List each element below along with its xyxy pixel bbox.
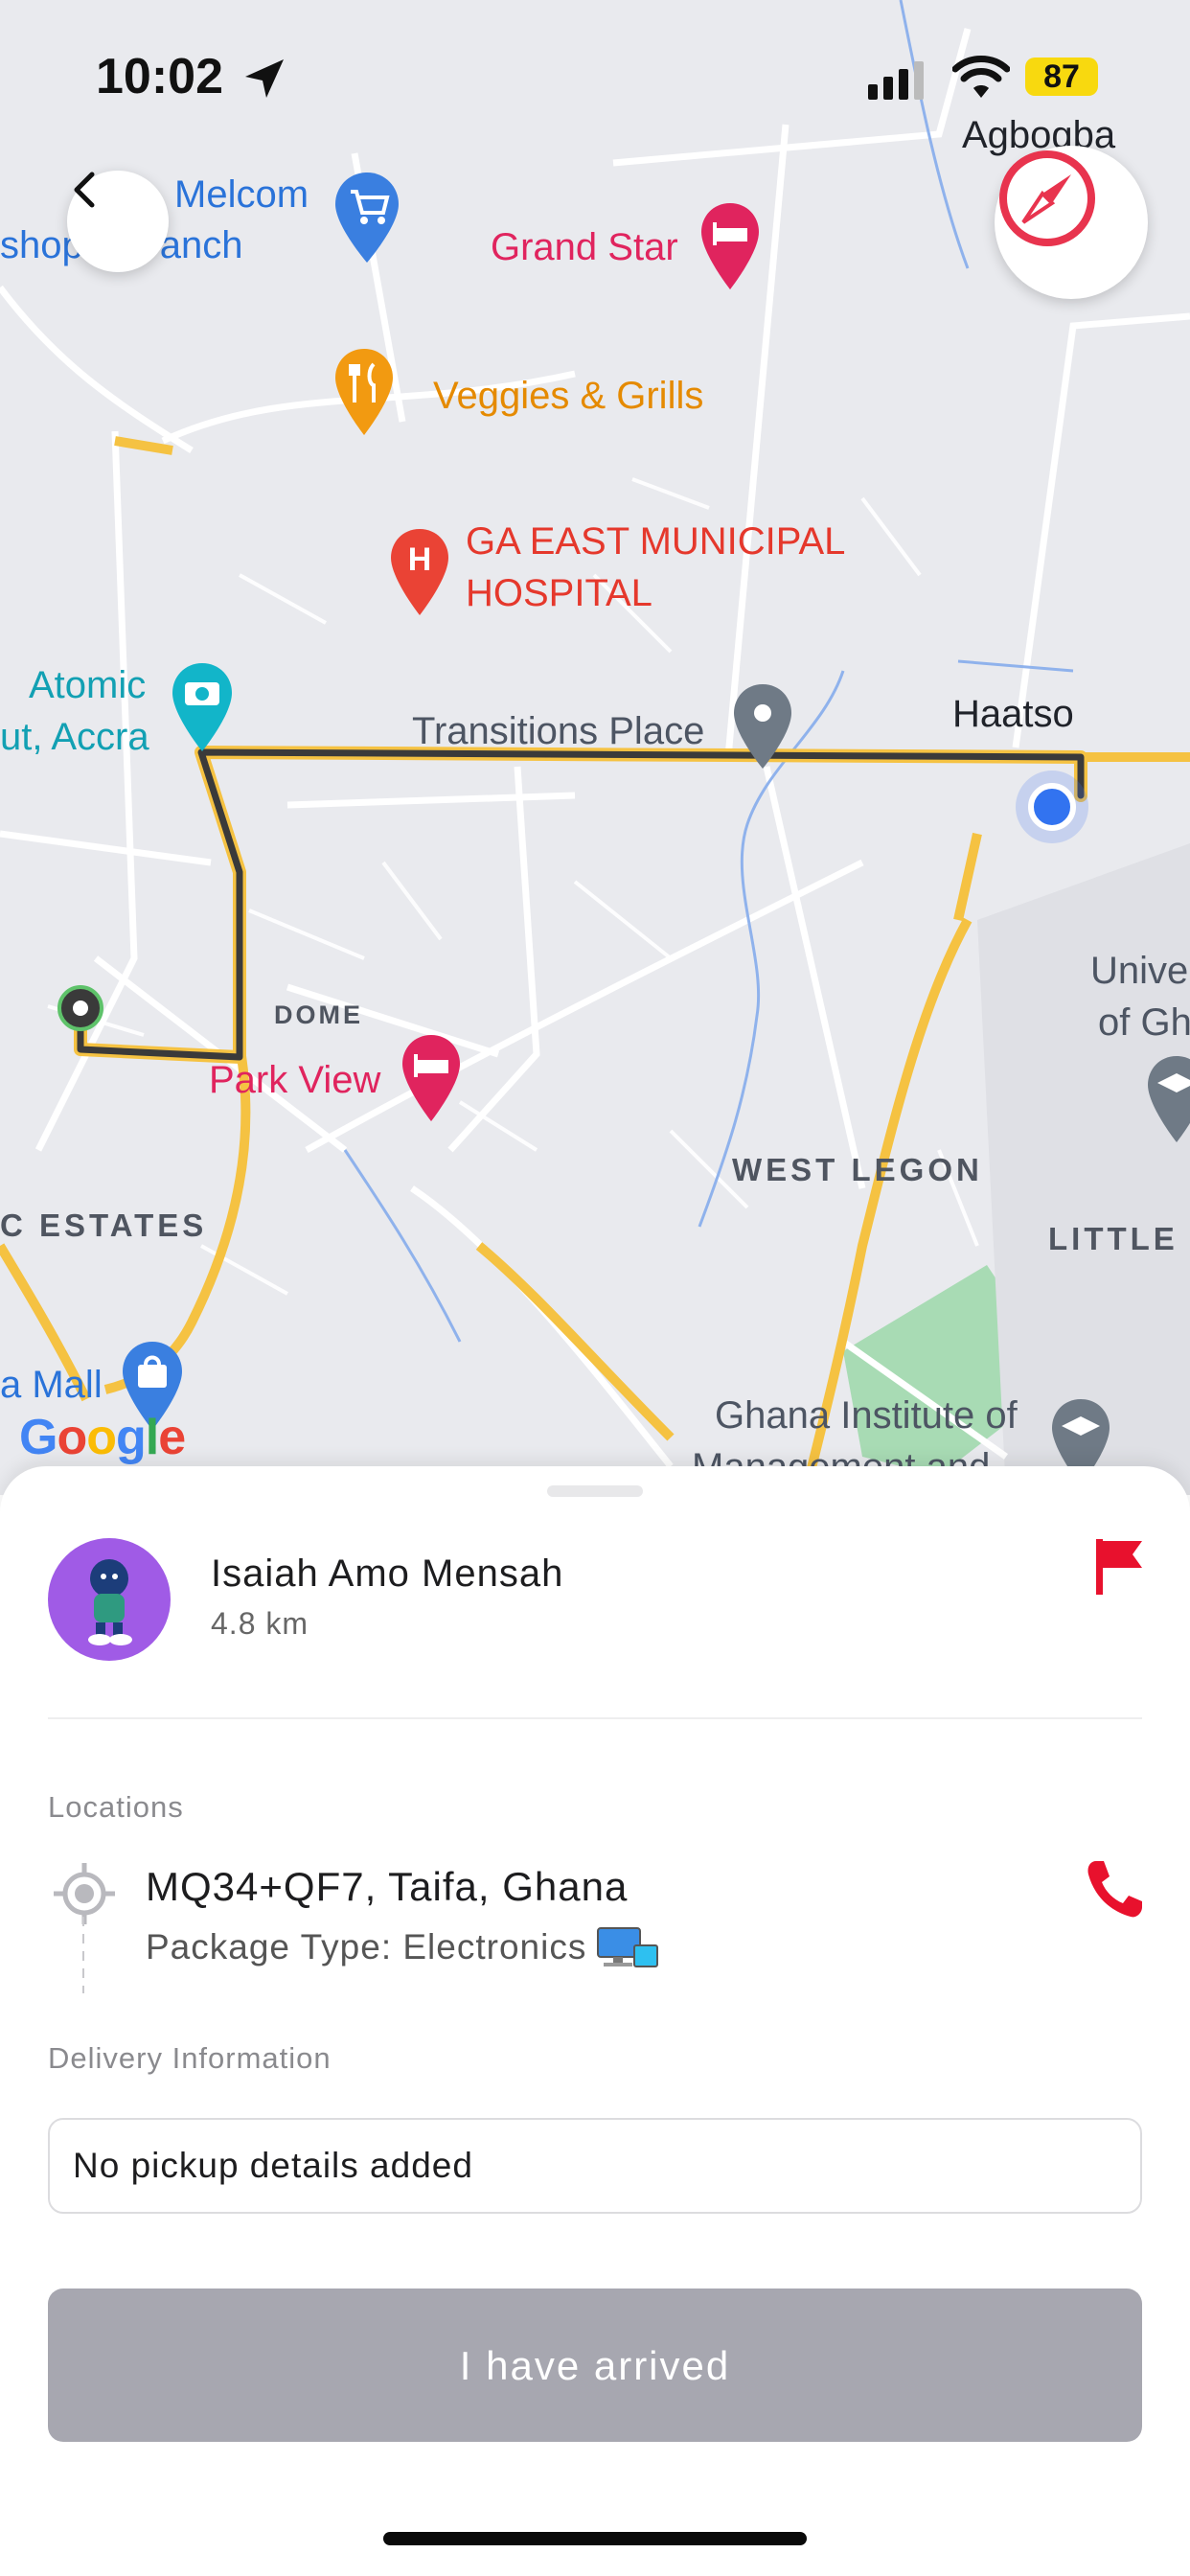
driver-distance: 4.8 km: [211, 1606, 309, 1641]
area-label-c-estates: C ESTATES: [0, 1208, 208, 1243]
cellular-signal-icon: [868, 61, 924, 100]
flag-icon[interactable]: [1092, 1535, 1146, 1597]
i-have-arrived-button[interactable]: I have arrived: [48, 2288, 1142, 2442]
svg-text:H: H: [408, 541, 432, 578]
location-target-icon: [54, 1863, 115, 1924]
avatar-character-icon: [88, 1559, 132, 1645]
poi-label-atomic-line2[interactable]: ut, Accra: [0, 715, 149, 759]
area-label-dome: DOME: [274, 1000, 363, 1029]
section-divider: [48, 1717, 1142, 1719]
map-view[interactable]: H Melcom shop n branch Grand Star Agbogb…: [0, 0, 1190, 1495]
back-button[interactable]: [67, 171, 169, 272]
poi-label-atomic-line1[interactable]: Atomic: [29, 663, 146, 707]
location-address: MQ34+QF7, Taifa, Ghana: [146, 1864, 629, 1909]
locations-label: Locations: [48, 1790, 184, 1824]
battery-indicator: 87: [1025, 58, 1098, 96]
restaurant-pin-icon[interactable]: [333, 347, 395, 439]
poi-label-univ-line1[interactable]: Unive: [1090, 949, 1188, 993]
location-arrow-icon: [245, 59, 284, 98]
home-indicator[interactable]: [383, 2532, 807, 2545]
package-type-text: Package Type: Electronics: [146, 1927, 587, 1966]
location-connector-line: [82, 1917, 84, 1993]
current-location-dot: [1028, 783, 1076, 831]
package-type-row: Package Type: Electronics: [146, 1926, 659, 1968]
driver-avatar: [48, 1538, 171, 1661]
poi-label-hospital-line2[interactable]: HOSPITAL: [466, 571, 652, 615]
school-pin-icon[interactable]: [1146, 1054, 1190, 1146]
place-label-haatso: Haatso: [952, 693, 1074, 735]
poi-label-hospital-line1[interactable]: GA EAST MUNICIPAL: [466, 519, 845, 564]
poi-label-melcom[interactable]: Melcom: [174, 172, 309, 217]
hotel-pin-icon[interactable]: [400, 1033, 462, 1125]
back-chevron-icon: [74, 172, 95, 208]
phone-icon[interactable]: [1083, 1857, 1146, 1920]
poi-label-park-view[interactable]: Park View: [209, 1058, 380, 1102]
driver-name: Isaiah Amo Mensah: [211, 1552, 564, 1595]
area-label-little: LITTLE: [1048, 1221, 1179, 1256]
poi-label-grand-star[interactable]: Grand Star: [491, 225, 678, 269]
hotel-pin-icon[interactable]: [699, 201, 761, 293]
poi-label-ghana-institute-line1[interactable]: Ghana Institute of: [715, 1393, 1018, 1438]
poi-label-a-mall[interactable]: a Mall: [0, 1363, 103, 1407]
compass-icon: [999, 150, 1095, 246]
wifi-icon: [952, 56, 1010, 98]
shopping-pin-icon[interactable]: [333, 171, 400, 266]
compass-button[interactable]: [995, 146, 1148, 299]
sheet-grab-handle[interactable]: [547, 1485, 643, 1497]
delivery-information-label: Delivery Information: [48, 2041, 332, 2075]
place-pin-icon[interactable]: [732, 682, 793, 772]
status-time: 10:02: [96, 49, 223, 104]
pickup-details-field[interactable]: No pickup details added: [48, 2118, 1142, 2214]
delivery-bottom-sheet: Isaiah Amo Mensah 4.8 km Locations MQ34+…: [0, 1466, 1190, 2576]
camera-pin-icon[interactable]: [171, 661, 234, 757]
computer-emoji-icon: [597, 1927, 659, 1967]
poi-label-veggies-grills[interactable]: Veggies & Grills: [433, 374, 703, 418]
google-logo: Google: [19, 1410, 186, 1465]
hospital-pin-icon[interactable]: H: [389, 527, 450, 619]
poi-label-transitions-place[interactable]: Transitions Place: [412, 709, 704, 753]
area-label-west-legon: WEST LEGON: [732, 1152, 983, 1187]
poi-label-univ-line2[interactable]: of Gh: [1098, 1000, 1190, 1045]
